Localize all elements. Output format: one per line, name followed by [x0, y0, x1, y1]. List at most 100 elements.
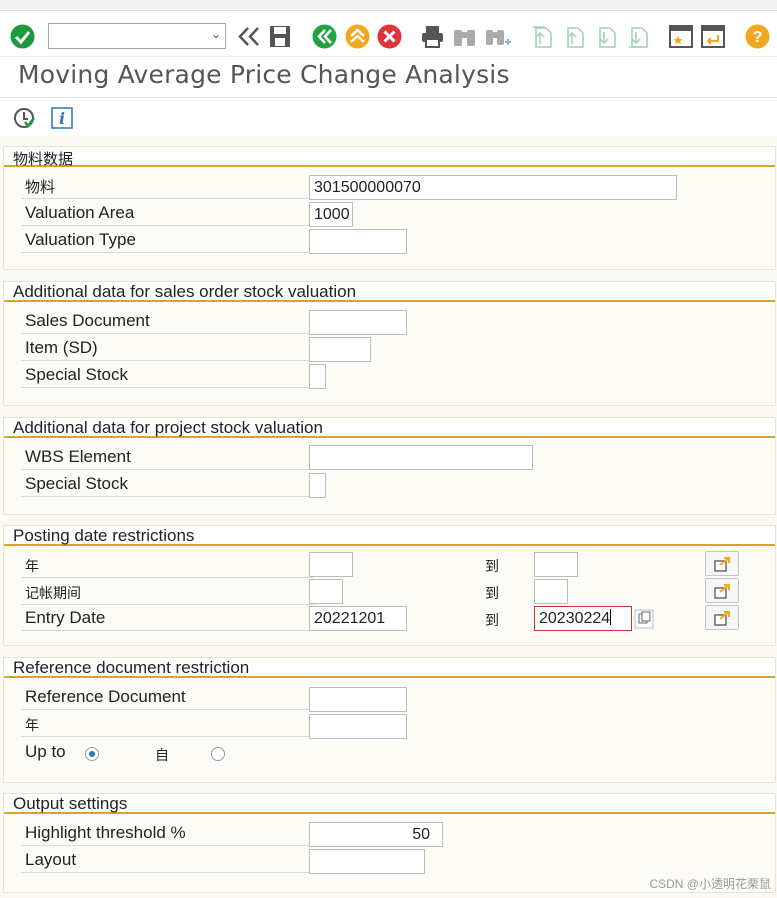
find-next-icon[interactable] [484, 24, 512, 49]
special-stock-field[interactable] [309, 473, 326, 498]
application-toolbar: i [0, 97, 777, 137]
group-header: Posting date restrictions [4, 526, 775, 546]
year-label: 年 [25, 717, 39, 733]
entry-date-from-field[interactable]: 20221201 [309, 606, 407, 631]
reference-year-field[interactable] [309, 714, 407, 739]
item-sd-field[interactable] [309, 337, 371, 362]
highlight-threshold-field[interactable]: 50 [309, 822, 443, 847]
multiple-selection-button[interactable] [705, 551, 739, 576]
group-title: 物料数据 [13, 151, 74, 168]
exit-icon[interactable] [345, 24, 370, 49]
command-field[interactable]: ⌄ [48, 23, 226, 49]
svg-text:?: ? [753, 29, 763, 46]
year-label: 年 [25, 558, 39, 574]
wbs-element-field[interactable] [309, 445, 533, 470]
group-project: Additional data for project stock valuat… [3, 417, 776, 515]
special-stock-label: Special Stock [25, 365, 128, 384]
svg-text:i: i [59, 109, 65, 128]
wbs-element-label: WBS Element [25, 447, 131, 466]
enter-icon[interactable] [10, 24, 35, 49]
entry-date-to-field[interactable]: 20230224 [534, 606, 632, 631]
group-header: Additional data for project stock valuat… [4, 418, 775, 438]
print-icon[interactable] [420, 24, 445, 49]
highlight-threshold-label: Highlight threshold % [25, 823, 186, 842]
cancel-icon[interactable] [377, 24, 402, 49]
reference-document-field[interactable] [309, 687, 407, 712]
back-icon[interactable] [312, 24, 337, 49]
special-stock-field[interactable] [309, 364, 326, 389]
generate-shortcut-icon[interactable] [700, 24, 726, 49]
row-sales-document: Sales Document [21, 309, 313, 334]
row-layout: Layout [21, 848, 313, 873]
system-toolbar: ⌄ ? [0, 0, 777, 57]
group-posting-date: Posting date restrictions 年 到 记帐期间 到 Ent… [3, 525, 776, 646]
to-label: 到 [485, 612, 499, 628]
item-sd-label: Item (SD) [25, 338, 98, 357]
year-to-field[interactable] [534, 552, 578, 577]
row-year: 年 [21, 712, 313, 737]
create-session-icon[interactable] [668, 24, 694, 49]
group-header: Additional data for sales order stock va… [4, 282, 775, 302]
valuation-type-field[interactable] [309, 229, 407, 254]
group-sales-order: Additional data for sales order stock va… [3, 281, 776, 406]
group-title: Additional data for project stock valuat… [13, 418, 323, 437]
page-title: Moving Average Price Change Analysis [18, 60, 510, 89]
group-reference-document: Reference document restriction Reference… [3, 657, 776, 783]
last-page-icon[interactable] [624, 24, 650, 49]
group-title: Reference document restriction [13, 658, 250, 677]
sales-document-field[interactable] [309, 310, 407, 335]
period-from-field[interactable] [309, 579, 343, 604]
first-page-icon[interactable] [528, 24, 554, 49]
row-wbs-element: WBS Element [21, 445, 313, 470]
group-title: Additional data for sales order stock va… [13, 282, 357, 301]
row-valuation-area: Valuation Area [21, 201, 313, 226]
next-page-icon[interactable] [592, 24, 618, 49]
row-special-stock: Special Stock [21, 363, 313, 388]
entry-date-label: Entry Date [25, 608, 106, 627]
row-special-stock: Special Stock [21, 472, 313, 497]
find-icon[interactable] [452, 24, 477, 49]
posting-period-label: 记帐期间 [25, 585, 81, 601]
year-from-field[interactable] [309, 552, 353, 577]
to-label: 到 [485, 558, 499, 574]
multiple-selection-icon [714, 611, 730, 626]
reference-document-label: Reference Document [25, 687, 186, 706]
valuation-area-field[interactable]: 1000 [309, 202, 353, 227]
sales-document-label: Sales Document [25, 311, 150, 330]
special-stock-label: Special Stock [25, 474, 128, 493]
valuation-area-label: Valuation Area [25, 203, 135, 222]
up-to-label: Up to [25, 742, 66, 761]
group-material-data: 物料数据 物料 301500000070 Valuation Area 1000… [3, 146, 776, 270]
from-radio[interactable] [211, 747, 225, 761]
to-label: 到 [485, 585, 499, 601]
row-reference-document: Reference Document [21, 685, 313, 710]
row-year: 年 [21, 553, 313, 578]
layout-field[interactable] [309, 849, 425, 874]
row-posting-period: 记帐期间 [21, 580, 313, 605]
previous-page-icon[interactable] [560, 24, 586, 49]
top-strip [0, 0, 777, 11]
group-title: Output settings [13, 794, 128, 813]
row-highlight-threshold: Highlight threshold % [21, 821, 313, 846]
layout-label: Layout [25, 850, 77, 869]
material-label: 物料 [25, 179, 56, 196]
chevron-down-icon[interactable]: ⌄ [211, 27, 221, 41]
material-field[interactable]: 301500000070 [309, 175, 677, 200]
period-to-field[interactable] [534, 579, 568, 604]
multiple-selection-button[interactable] [705, 605, 739, 630]
execute-icon[interactable] [13, 107, 37, 129]
info-icon[interactable]: i [51, 107, 74, 129]
back-double-icon[interactable] [236, 24, 262, 49]
valuation-type-label: Valuation Type [25, 230, 136, 249]
row-item-sd: Item (SD) [21, 336, 313, 361]
watermark: CSDN @小透明花栗鼠 [649, 877, 771, 891]
help-icon[interactable]: ? [745, 24, 770, 49]
up-to-radio[interactable] [85, 747, 99, 761]
multiple-selection-button[interactable] [705, 578, 739, 603]
selection-screen: 物料数据 物料 301500000070 Valuation Area 1000… [0, 136, 777, 898]
save-icon[interactable] [268, 24, 292, 49]
from-label: 自 [155, 747, 169, 763]
row-material: 物料 [21, 174, 313, 199]
calendar-help-icon[interactable] [634, 609, 654, 629]
group-header: Reference document restriction [4, 658, 775, 678]
